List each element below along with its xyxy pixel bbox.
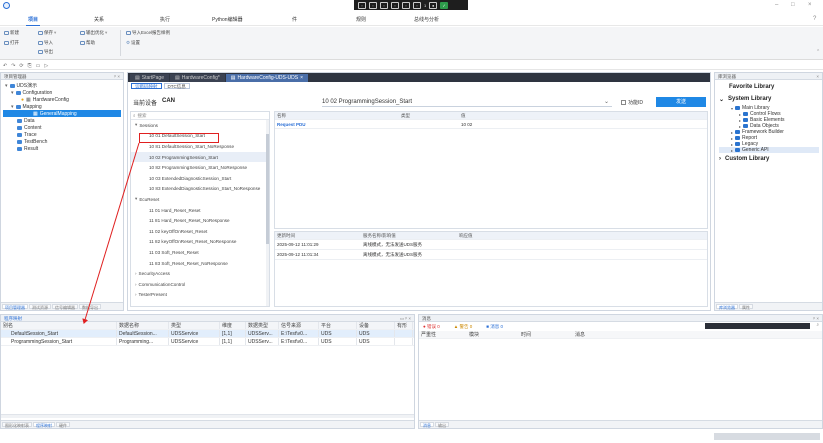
annotation-arrow xyxy=(82,142,140,324)
